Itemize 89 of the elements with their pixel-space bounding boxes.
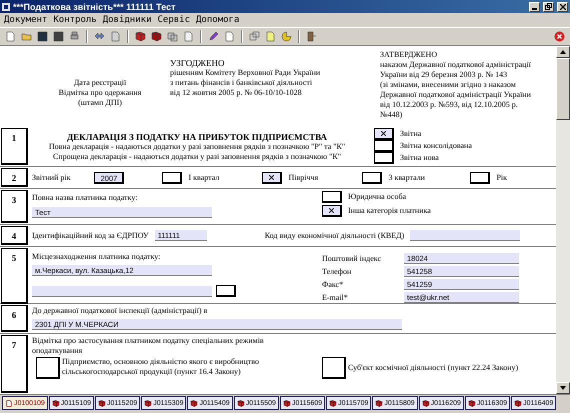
option-label: Інша категорія платника (348, 206, 431, 216)
restore-icon (545, 3, 552, 10)
agreed-text: з питань фінансів і банківської діяльності (170, 78, 314, 88)
approved-text: наказом Державної податкової адміністрації (380, 60, 532, 70)
agreed-text: рішенням Комітету Верховної Ради України (170, 68, 322, 78)
window-title: ***Податкова звітність*** 111111 Тест (13, 2, 176, 12)
checkbox[interactable] (36, 357, 60, 379)
label: До державної податкової інспекції (адміністрації) в (32, 306, 208, 316)
label: Повна назва платника податку: (32, 193, 138, 203)
label: Звітний рік (32, 172, 70, 182)
note-icon[interactable] (264, 30, 277, 43)
section-number: 1 (1, 128, 28, 165)
menu-item[interactable]: Сервіс (158, 15, 190, 25)
menu-item[interactable]: Контроль (53, 15, 97, 25)
checkbox[interactable] (374, 140, 394, 152)
kved-field[interactable] (410, 230, 520, 241)
document-icon (5, 400, 13, 406)
section-number: 3 (1, 190, 28, 223)
label: Місцезнаходження платника податку: (32, 252, 162, 262)
checkbox[interactable] (362, 172, 382, 184)
section-text: Відмітка про застосування платником податку спеціальних режимів оподаткування (32, 336, 264, 355)
approved-text: (зі змінами, внесеними згідно з наказом (380, 80, 517, 90)
agreed-text: від 12 жовтня 2005 р. № 06-10/10-1028 (170, 88, 303, 98)
section-number: 4 (1, 226, 28, 245)
approved-heading: ЗАТВЕРДЖЕНО (380, 50, 438, 60)
document-icon[interactable] (223, 30, 236, 43)
option-label: Підприємство, основною діяльністю якого є виробництво сільськогосподарської продукції (пункт 16.4 Закону) (62, 357, 259, 376)
declaration-title: ДЕКЛАРАЦІЯ З ПОДАТКУ НА ПРИБУТОК ПІДПРИЄМСТВА (66, 132, 328, 142)
menu-item[interactable]: Довідники (102, 15, 152, 25)
checkbox[interactable] (322, 205, 342, 217)
label: Ідентифікаційний код за ЄДРПОУ (32, 230, 149, 240)
checkbox[interactable] (162, 172, 182, 184)
option-label: Суб'єкт космічної діяльності (пункт 22.24 Закону) (348, 363, 518, 372)
option-label: Звітна (400, 129, 422, 139)
windows-icon[interactable] (248, 30, 261, 43)
contact-label: Факс* (322, 280, 344, 288)
option-label: Юридична особа (348, 192, 406, 202)
minimize-button[interactable] (529, 2, 540, 12)
close-icon[interactable] (553, 30, 566, 43)
approved-text: Державної податкової адміністрації України (380, 90, 532, 100)
scroll-down-button[interactable] (556, 382, 570, 394)
menu-item[interactable]: Допомога (196, 15, 240, 25)
option-label: Звітна консолідована (400, 141, 472, 151)
pen-icon[interactable] (207, 30, 220, 43)
chart-icon[interactable] (280, 30, 293, 43)
declaration-note: Спрощена декларація - надаються додатки у разі заповнення рядків з позначкою "К" (53, 152, 341, 162)
checkbox[interactable] (470, 172, 490, 184)
option-label: Звітна нова (400, 153, 439, 163)
cross-icon (381, 131, 386, 136)
contact-label: E-mail* (322, 292, 348, 302)
option-label: I квартал (188, 172, 220, 182)
address-field[interactable] (32, 286, 212, 296)
registration-text: (штамп ДПІ) (78, 98, 122, 108)
close-icon (560, 4, 566, 10)
cross-icon (329, 208, 334, 213)
checkbox[interactable] (374, 128, 394, 140)
checkbox[interactable] (322, 357, 346, 379)
restore-button[interactable] (543, 2, 554, 12)
cross-icon (269, 174, 274, 180)
section-number: 5 (1, 248, 28, 304)
document-icon[interactable] (182, 30, 195, 43)
checkbox[interactable] (322, 191, 342, 203)
label: Код виду економічної діяльності (КВЕД) (264, 230, 404, 240)
contact-label: Поштовий індекс (322, 254, 382, 262)
close-button[interactable] (557, 2, 568, 12)
up-arrow-icon (560, 50, 566, 54)
scroll-thumb[interactable] (556, 58, 570, 120)
checkbox[interactable] (262, 172, 282, 184)
approved-text: №448) (380, 110, 404, 120)
option-label: 3 квартали (388, 172, 425, 182)
approved-text: від 10.12.2003 р. №593, від 12.10.2005 р. (380, 100, 519, 110)
registration-text: Дата реєстрації (74, 78, 126, 88)
down-arrow-icon (560, 386, 566, 390)
section-number: 2 (1, 168, 28, 187)
option-label: Рік (496, 172, 508, 182)
declaration-note: Повна декларація - надаються додатки у разі заповнення рядків з позначкою "Р" та "К" (48, 142, 346, 152)
option-label: Півріччя (288, 172, 318, 182)
registration-text: Відмітка про одержання (58, 88, 142, 98)
scroll-up-button[interactable] (556, 46, 570, 58)
approved-text: України від 29 березня 2003 р. № 143 (380, 70, 508, 80)
contact-label: Телефон (322, 266, 352, 276)
checkbox[interactable] (374, 152, 394, 164)
section-number: 6 (1, 305, 28, 332)
menu-item[interactable]: Документ (4, 15, 48, 25)
app-icon (2, 2, 10, 10)
pages-icon[interactable] (166, 30, 179, 43)
new-document-icon[interactable] (4, 30, 17, 43)
small-box[interactable] (216, 285, 236, 297)
agreed-heading: УЗГОДЖЕНО (170, 58, 226, 68)
